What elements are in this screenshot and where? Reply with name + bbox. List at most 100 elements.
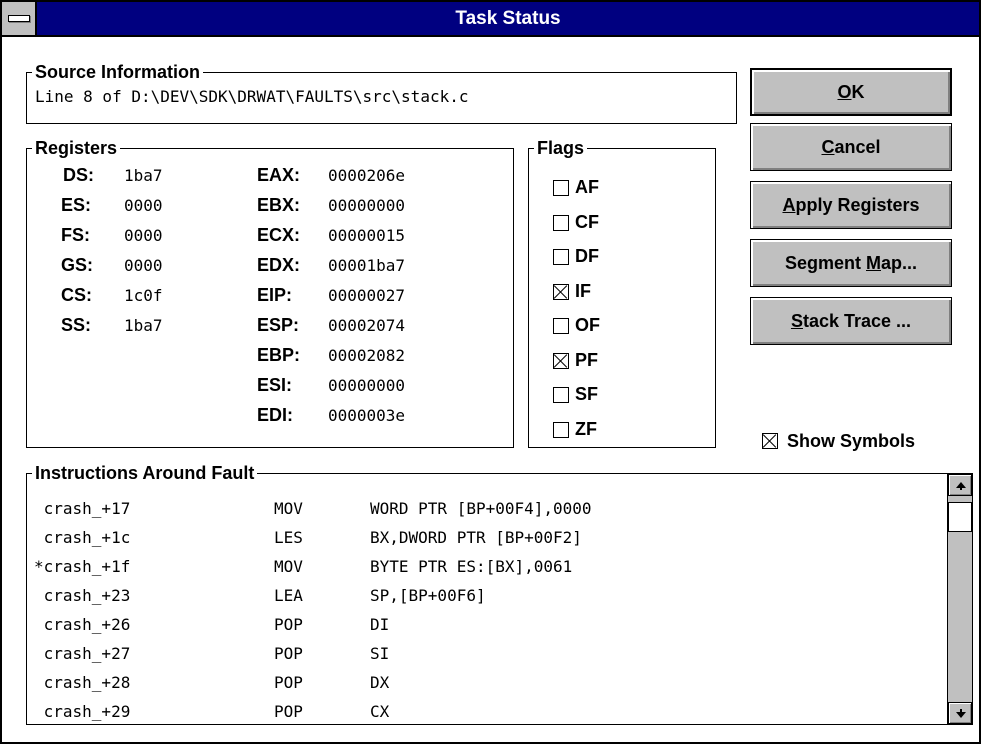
flag-checkbox[interactable]: OF — [553, 315, 653, 337]
segment-register-name: CS: — [61, 285, 92, 305]
apply-registers-button[interactable]: Apply Registers — [750, 181, 952, 229]
instruction-row[interactable]: crash_+26 POP DI — [27, 613, 945, 639]
instruction-opcode: POP — [274, 644, 303, 663]
system-menu-button[interactable] — [2, 2, 37, 35]
flag-checkbox[interactable]: ZF — [553, 419, 653, 441]
show-symbols-box[interactable] — [762, 433, 778, 449]
stack-trace-label: tack Trace ... — [802, 310, 912, 331]
flag-label: PF — [575, 349, 599, 370]
general-register-value[interactable]: 00000000 — [328, 196, 405, 215]
instruction-address: crash_+1c — [34, 528, 131, 547]
general-register-value[interactable]: 00002082 — [328, 346, 405, 365]
instruction-operand: SP,[BP+00F6] — [370, 586, 486, 605]
flag-label: SF — [575, 384, 599, 404]
instruction-address: crash_+26 — [34, 615, 131, 634]
general-register-name: ECX: — [257, 225, 301, 245]
instruction-address: *crash_+1f — [34, 557, 131, 576]
apply-mnemonic: A — [782, 194, 796, 215]
instruction-address: crash_+29 — [34, 702, 131, 721]
flag-checkbox[interactable]: SF — [553, 384, 653, 406]
scroll-thumb[interactable] — [948, 502, 972, 532]
segment-map-label-pre: Segment — [784, 252, 866, 273]
system-menu-icon — [8, 15, 30, 22]
segment-register-value[interactable]: 1ba7 — [124, 166, 163, 185]
unchecked-box-icon[interactable] — [553, 249, 569, 265]
flag-checkbox[interactable]: DF — [553, 246, 653, 268]
unchecked-box-icon[interactable] — [553, 318, 569, 334]
instruction-address: crash_+23 — [34, 586, 131, 605]
instruction-address: crash_+27 — [34, 644, 131, 663]
general-register-name: ESI: — [257, 375, 293, 395]
down-arrow-icon — [956, 712, 966, 718]
segment-map-label: ap... — [881, 252, 918, 273]
instruction-opcode: LES — [274, 528, 303, 547]
instructions-scrollbar[interactable] — [947, 474, 972, 724]
unchecked-box-icon[interactable] — [553, 180, 569, 196]
segment-register-value[interactable]: 0000 — [124, 226, 163, 245]
task-status-window: Task Status Source Information Line 8 of… — [0, 0, 981, 744]
general-register-name: ESP: — [257, 315, 300, 335]
title-bar[interactable]: Task Status — [2, 2, 979, 37]
general-register-value[interactable]: 00001ba7 — [328, 256, 405, 275]
flag-checkbox[interactable]: CF — [553, 212, 653, 234]
instruction-operand: DX — [370, 673, 390, 692]
checked-box-icon[interactable] — [553, 352, 569, 369]
general-register-value[interactable]: 0000206e — [328, 166, 405, 185]
flag-label: ZF — [575, 418, 597, 439]
instruction-row[interactable]: crash_+29 POP CX — [27, 700, 945, 726]
instructions-label: Instructions Around Fault — [32, 463, 258, 483]
checked-box-icon[interactable] — [553, 283, 569, 300]
unchecked-box-icon[interactable] — [553, 421, 569, 438]
general-register-name: EDX: — [257, 255, 301, 275]
segment-register-value[interactable]: 0000 — [124, 196, 163, 215]
unchecked-box-icon[interactable] — [553, 214, 569, 231]
scroll-up-button[interactable] — [948, 474, 972, 496]
instruction-address: crash_+17 — [34, 499, 131, 518]
instruction-opcode: LEA — [274, 586, 303, 605]
general-register-name: EDI: — [257, 405, 293, 425]
show-symbols-checkbox[interactable]: Show Symbols — [762, 431, 962, 455]
unchecked-box-icon[interactable] — [553, 387, 569, 403]
flag-checkbox[interactable]: IF — [553, 281, 653, 303]
general-register-value[interactable]: 00000000 — [328, 376, 405, 395]
flag-label: CF — [575, 211, 599, 232]
general-register-value[interactable]: 0000003e — [328, 406, 405, 425]
instruction-address: crash_+28 — [34, 673, 131, 692]
instruction-row[interactable]: crash_+23 LEA SP,[BP+00F6] — [27, 584, 945, 610]
instruction-row[interactable]: crash_+17 MOV WORD PTR [BP+00F4],0000 — [27, 497, 945, 523]
general-register-value[interactable]: 00000015 — [328, 226, 405, 245]
general-register-name: EBP: — [257, 345, 301, 365]
cancel-button[interactable]: Cancel — [750, 123, 952, 171]
general-register-value[interactable]: 00002074 — [328, 316, 405, 335]
instruction-opcode: MOV — [274, 499, 303, 518]
instruction-row[interactable]: crash_+27 POP SI — [27, 642, 945, 668]
flag-checkbox[interactable]: AF — [553, 177, 653, 199]
instruction-operand: SI — [370, 644, 390, 663]
general-register-name: EAX: — [257, 165, 301, 185]
ok-label: K — [851, 81, 865, 102]
scroll-down-button[interactable] — [948, 702, 972, 724]
segment-register-value[interactable]: 1c0f — [124, 286, 163, 305]
instruction-operand: BX,DWORD PTR [BP+00F2] — [370, 528, 582, 547]
instruction-row[interactable]: crash_+1c LES BX,DWORD PTR [BP+00F2] — [27, 526, 945, 552]
segment-register-name: SS: — [61, 315, 92, 335]
ok-button[interactable]: OK — [750, 68, 952, 116]
general-register-value[interactable]: 00000027 — [328, 286, 405, 305]
stack-trace-button[interactable]: Stack Trace ... — [750, 297, 952, 345]
instruction-operand: DI — [370, 615, 390, 634]
source-information-group: Source Information Line 8 of D:\DEV\SDK\… — [26, 62, 737, 124]
instruction-opcode: POP — [274, 615, 303, 634]
apply-label: pply Registers — [795, 194, 920, 215]
source-information-label: Source Information — [32, 62, 204, 82]
segment-register-value[interactable]: 0000 — [124, 256, 163, 275]
segment-register-value[interactable]: 1ba7 — [124, 316, 163, 335]
general-register-name: EIP: — [257, 285, 293, 305]
cancel-mnemonic: C — [821, 136, 835, 157]
instructions-group: Instructions Around Fault crash_+17 MOV WO… — [26, 463, 973, 726]
instruction-row[interactable]: crash_+28 POP DX — [27, 671, 945, 697]
flag-label: IF — [575, 280, 591, 301]
segment-map-button[interactable]: Segment Map... — [750, 239, 952, 287]
instruction-row[interactable]: *crash_+1f MOV BYTE PTR ES:[BX],0061 — [27, 555, 945, 581]
instruction-opcode: MOV — [274, 557, 303, 576]
flag-checkbox[interactable]: PF — [553, 350, 653, 372]
